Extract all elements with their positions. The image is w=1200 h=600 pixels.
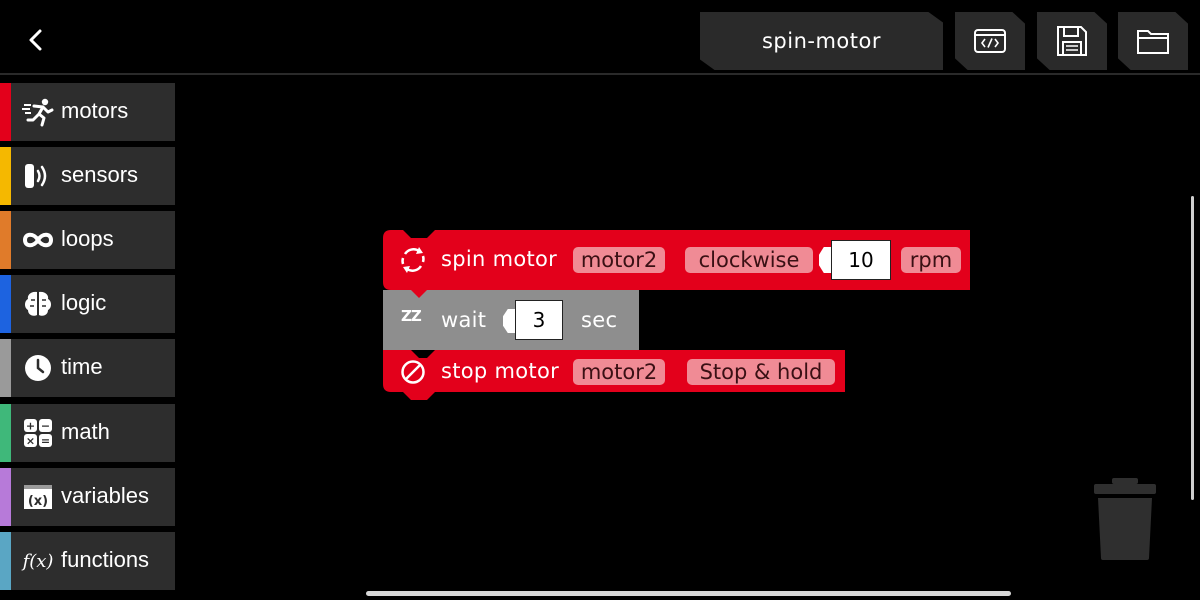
wait-block[interactable]: ZZ wait 3 sec [383,290,639,350]
math-plus-glyph: + [26,420,35,433]
chevron-left-icon [29,29,42,51]
wait-duration-input[interactable]: 3 [515,300,563,340]
category-color-tab [0,211,11,269]
spin-motor-label: spin motor [441,247,558,271]
category-label: sensors [61,162,139,187]
category-color-tab [0,532,11,590]
code-view-button[interactable] [955,12,1025,70]
category-variables[interactable]: (x) variables [0,468,175,526]
category-color-tab [0,147,11,205]
stop-motor-select[interactable]: motor2 [573,359,665,385]
category-functions[interactable]: f(x) functions [0,532,175,590]
category-label: variables [61,483,150,508]
category-color-tab [0,339,11,397]
spin-motor-select[interactable]: motor2 [573,247,665,273]
save-button[interactable] [1037,12,1107,70]
category-color-tab [0,275,11,333]
math-equals-glyph: = [41,435,50,448]
code-window-icon [974,29,1006,53]
category-label: math [61,419,110,444]
project-title-text: spin-motor [761,29,881,53]
category-label: motors [61,98,129,123]
running-man-icon [22,97,54,127]
project-title[interactable]: spin-motor [700,12,943,70]
speed-unit-select[interactable]: rpm [901,247,961,273]
brain-icon [22,289,54,319]
category-math[interactable]: + − × = math [0,404,175,462]
category-color-tab [0,83,11,141]
category-label: functions [61,547,150,572]
math-minus-glyph: − [41,420,50,433]
spin-motor-block[interactable]: spin motor motor2 clockwise 10 rpm [383,230,970,298]
category-logic[interactable]: logic [0,275,175,333]
open-folder-button[interactable] [1118,12,1188,70]
workspace-scrollbar[interactable] [1191,196,1194,500]
stop-prohibit-icon [401,360,425,384]
wait-label: wait [441,308,487,332]
stop-mode-select[interactable]: Stop & hold [687,359,835,385]
back-button[interactable] [22,26,50,54]
variable-x-icon: (x) [22,482,54,512]
sleep-zz-icon: ZZ [401,307,422,325]
speed-input[interactable]: 10 [831,240,891,280]
category-label: logic [61,290,107,315]
category-label: loops [61,226,114,251]
trash-can-icon [1094,478,1156,560]
header-divider [0,73,1200,75]
rotate-arrows-icon [401,247,425,273]
stop-motor-block[interactable]: stop motor motor2 Stop & hold [383,350,845,400]
category-time[interactable]: time [0,339,175,397]
clock-icon [22,353,54,383]
direction-select[interactable]: clockwise [685,247,813,273]
category-loops[interactable]: loops [0,211,175,269]
category-label: time [61,354,103,379]
category-color-tab [0,468,11,526]
category-color-tab [0,404,11,462]
variable-icon-text: (x) [28,494,48,509]
floppy-disk-icon [1057,26,1087,56]
infinity-icon [22,225,54,255]
category-motors[interactable]: motors [0,83,175,141]
folder-icon [1137,30,1169,54]
stop-motor-label: stop motor [441,359,560,383]
calculator-icon: + − × = [22,418,54,448]
category-sensors[interactable]: sensors [0,147,175,205]
home-indicator[interactable] [366,591,1011,596]
function-icon-text: f(x) [22,550,54,572]
sensor-icon [22,161,54,191]
wait-unit-label: sec [581,308,618,332]
math-times-glyph: × [26,435,35,448]
function-fx-icon: f(x) [22,546,54,576]
trash-button[interactable] [1094,478,1156,560]
